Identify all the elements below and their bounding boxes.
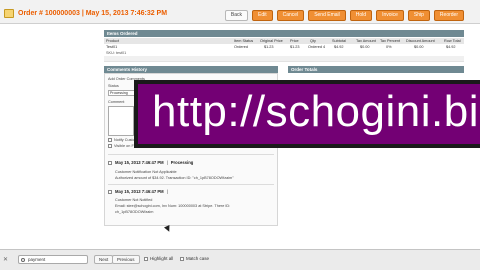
- entry-date: May 15, 2013 7:46:47 PM: [115, 189, 164, 194]
- discount: $0.00: [414, 45, 424, 49]
- highlight-all-option[interactable]: Highlight all: [144, 256, 173, 261]
- entry-bullet: [108, 189, 112, 194]
- reorder-button[interactable]: Reorder: [433, 10, 464, 21]
- comment-textarea[interactable]: [108, 106, 134, 136]
- entry-bullet: [108, 160, 112, 165]
- col-tax-amount: Tax Amount: [356, 39, 376, 43]
- col-tax-percent: Tax Percent: [380, 39, 401, 43]
- col-item-status: Item Status: [234, 39, 254, 43]
- col-product: Product: [106, 39, 120, 43]
- entry-separator: |: [166, 160, 168, 165]
- match-case-checkbox[interactable]: [180, 256, 184, 261]
- entry-line: Email: stee@schogini.com, Inv Num: 10000…: [115, 204, 231, 208]
- search-icon: [21, 258, 25, 262]
- item-status: Ordered: [234, 45, 248, 49]
- order-title-text: Order # 100000003 | May 15, 2013 7:46:32…: [18, 9, 168, 17]
- entry-line: Customer Not Notified: [115, 198, 153, 202]
- row-total: $4.92: [446, 45, 456, 49]
- entry-separator: |: [166, 189, 168, 194]
- order-icon: [4, 8, 14, 18]
- match-case-option[interactable]: Match case: [180, 256, 209, 261]
- product-sku: SKU: test01: [106, 51, 127, 55]
- divider: [108, 154, 274, 155]
- page-header: Order # 100000003 | May 15, 2013 7:46:32…: [0, 0, 480, 24]
- find-previous-button[interactable]: Previous: [112, 255, 140, 264]
- watermark-banner: http://schogini.biz: [134, 80, 480, 148]
- ship-button[interactable]: Ship: [407, 10, 430, 21]
- qty: Ordered 4: [308, 45, 326, 49]
- back-button[interactable]: Back: [224, 10, 248, 21]
- col-subtotal: Subtotal: [332, 39, 346, 43]
- find-next-button[interactable]: Next: [94, 255, 114, 264]
- entry-line: Customer Notification Not Applicable: [115, 170, 177, 174]
- col-discount: Discount Amount: [406, 39, 435, 43]
- find-query: payment: [28, 257, 46, 262]
- entry-date: May 15, 2013 7:46:47 PM: [115, 160, 164, 165]
- table-row-sku: SKU: test01: [104, 50, 464, 55]
- highlight-all-label: Highlight all: [150, 256, 174, 261]
- order-totals-header: Order Totals: [288, 66, 464, 73]
- comment-label: Comment: [108, 100, 125, 104]
- entry-line: ch_1pB78ODOWfzaim: [115, 210, 154, 214]
- price: $1.23: [290, 45, 300, 49]
- close-icon[interactable]: ✕: [3, 256, 8, 263]
- cancel-button[interactable]: Cancel: [276, 10, 305, 21]
- status-label: Status: [108, 84, 119, 88]
- hold-button[interactable]: Hold: [349, 10, 373, 21]
- send-email-button[interactable]: Send Email: [308, 10, 346, 21]
- col-original-price: Original Price: [260, 39, 283, 43]
- history-entry-2: May 15, 2013 7:46:47 PM |: [108, 189, 171, 194]
- find-input[interactable]: payment: [18, 255, 88, 264]
- tax-amount: $0.00: [360, 45, 370, 49]
- entry-line: Authorized amount of $34.92. Transaction…: [115, 176, 234, 180]
- col-row-total: Row Total: [444, 39, 461, 43]
- action-buttons: Back Edit Cancel Send Email Hold Invoice…: [224, 10, 464, 21]
- comments-history-header: Comments History: [104, 66, 278, 73]
- visible-checkbox[interactable]: [108, 144, 112, 148]
- subtotal: $4.92: [334, 45, 344, 49]
- notify-checkbox[interactable]: [108, 138, 112, 142]
- product-name: Test01: [106, 45, 118, 49]
- invoice-button[interactable]: Invoice: [376, 10, 404, 21]
- banner-text: http://schogini.biz: [152, 87, 480, 136]
- section-divider: [104, 56, 464, 62]
- tax-percent: 0%: [386, 45, 392, 49]
- items-ordered-header: Items Ordered: [104, 30, 464, 37]
- col-qty: Qty: [310, 39, 316, 43]
- col-price: Price: [290, 39, 299, 43]
- original-price: $1.23: [264, 45, 274, 49]
- history-entry-1: May 15, 2013 7:46:47 PM | Processing: [108, 160, 193, 165]
- mouse-cursor-icon: [164, 225, 172, 233]
- order-title: Order # 100000003 | May 15, 2013 7:46:32…: [4, 7, 167, 19]
- highlight-all-checkbox[interactable]: [144, 256, 148, 261]
- edit-button[interactable]: Edit: [251, 10, 273, 21]
- match-case-label: Match case: [186, 256, 210, 261]
- divider: [108, 184, 274, 185]
- find-bar: ✕ payment Next Previous Highlight all Ma…: [0, 249, 480, 270]
- entry-status: Processing: [170, 160, 194, 165]
